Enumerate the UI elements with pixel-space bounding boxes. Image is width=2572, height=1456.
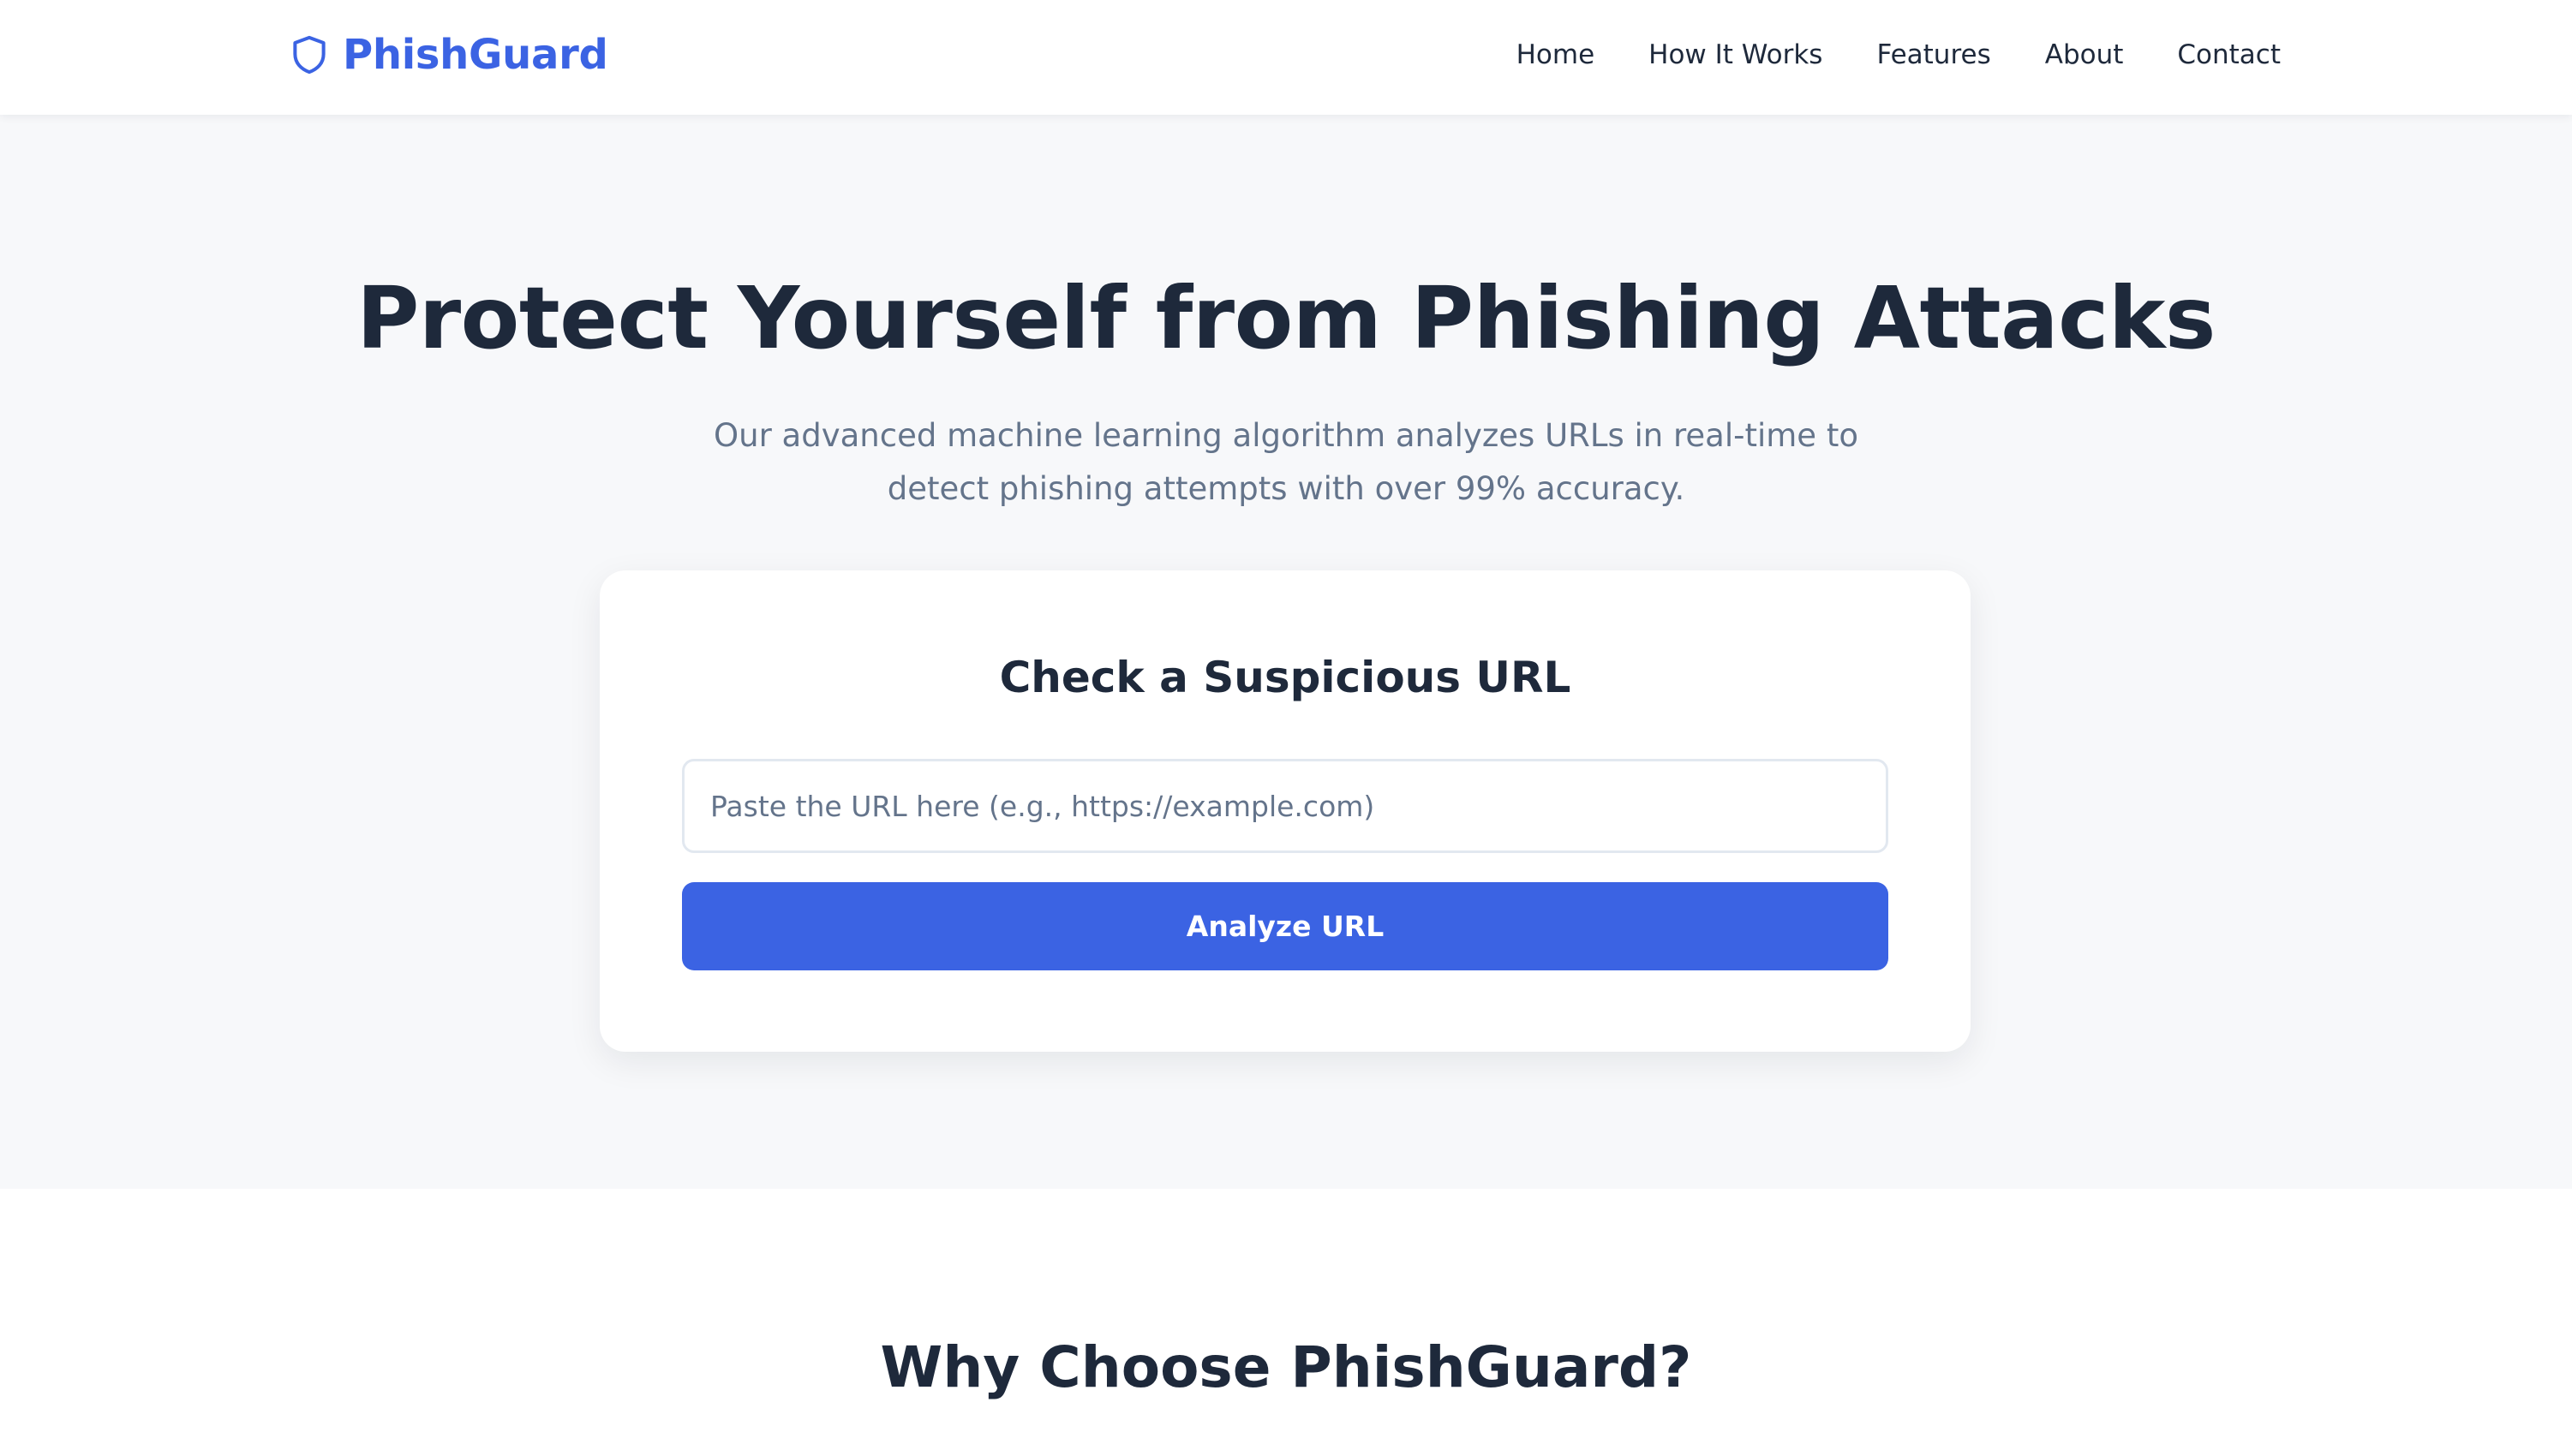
hero-section: Protect Yourself from Phishing Attacks O… (0, 115, 2572, 1189)
features-title: Why Choose PhishGuard? (880, 1334, 1692, 1400)
url-check-title: Check a Suspicious URL (999, 653, 1571, 702)
nav-link-features[interactable]: Features (1876, 39, 1990, 70)
brand-name: PhishGuard (343, 31, 608, 79)
navbar: PhishGuard Home How It Works Features Ab… (0, 0, 2572, 115)
nav-link-about[interactable]: About (2045, 39, 2124, 70)
shield-icon (293, 35, 326, 75)
brand-logo[interactable]: PhishGuard (291, 31, 608, 79)
url-input[interactable] (682, 759, 1888, 853)
hero-subtitle: Our advanced machine learning algorithm … (714, 417, 1858, 507)
nav-link-home[interactable]: Home (1516, 39, 1595, 70)
nav-links: Home How It Works Features About Contact (1516, 39, 2281, 70)
analyze-url-button[interactable]: Analyze URL (682, 882, 1888, 970)
nav-link-contact[interactable]: Contact (2177, 39, 2281, 70)
nav-link-how-it-works[interactable]: How It Works (1648, 39, 1822, 70)
navbar-inner: PhishGuard Home How It Works Features Ab… (291, 0, 2281, 110)
url-check-card: Check a Suspicious URL Analyze URL (600, 570, 1971, 1052)
features-section: Why Choose PhishGuard? (0, 1189, 2572, 1456)
hero-title: Protect Yourself from Phishing Attacks (356, 268, 2216, 368)
